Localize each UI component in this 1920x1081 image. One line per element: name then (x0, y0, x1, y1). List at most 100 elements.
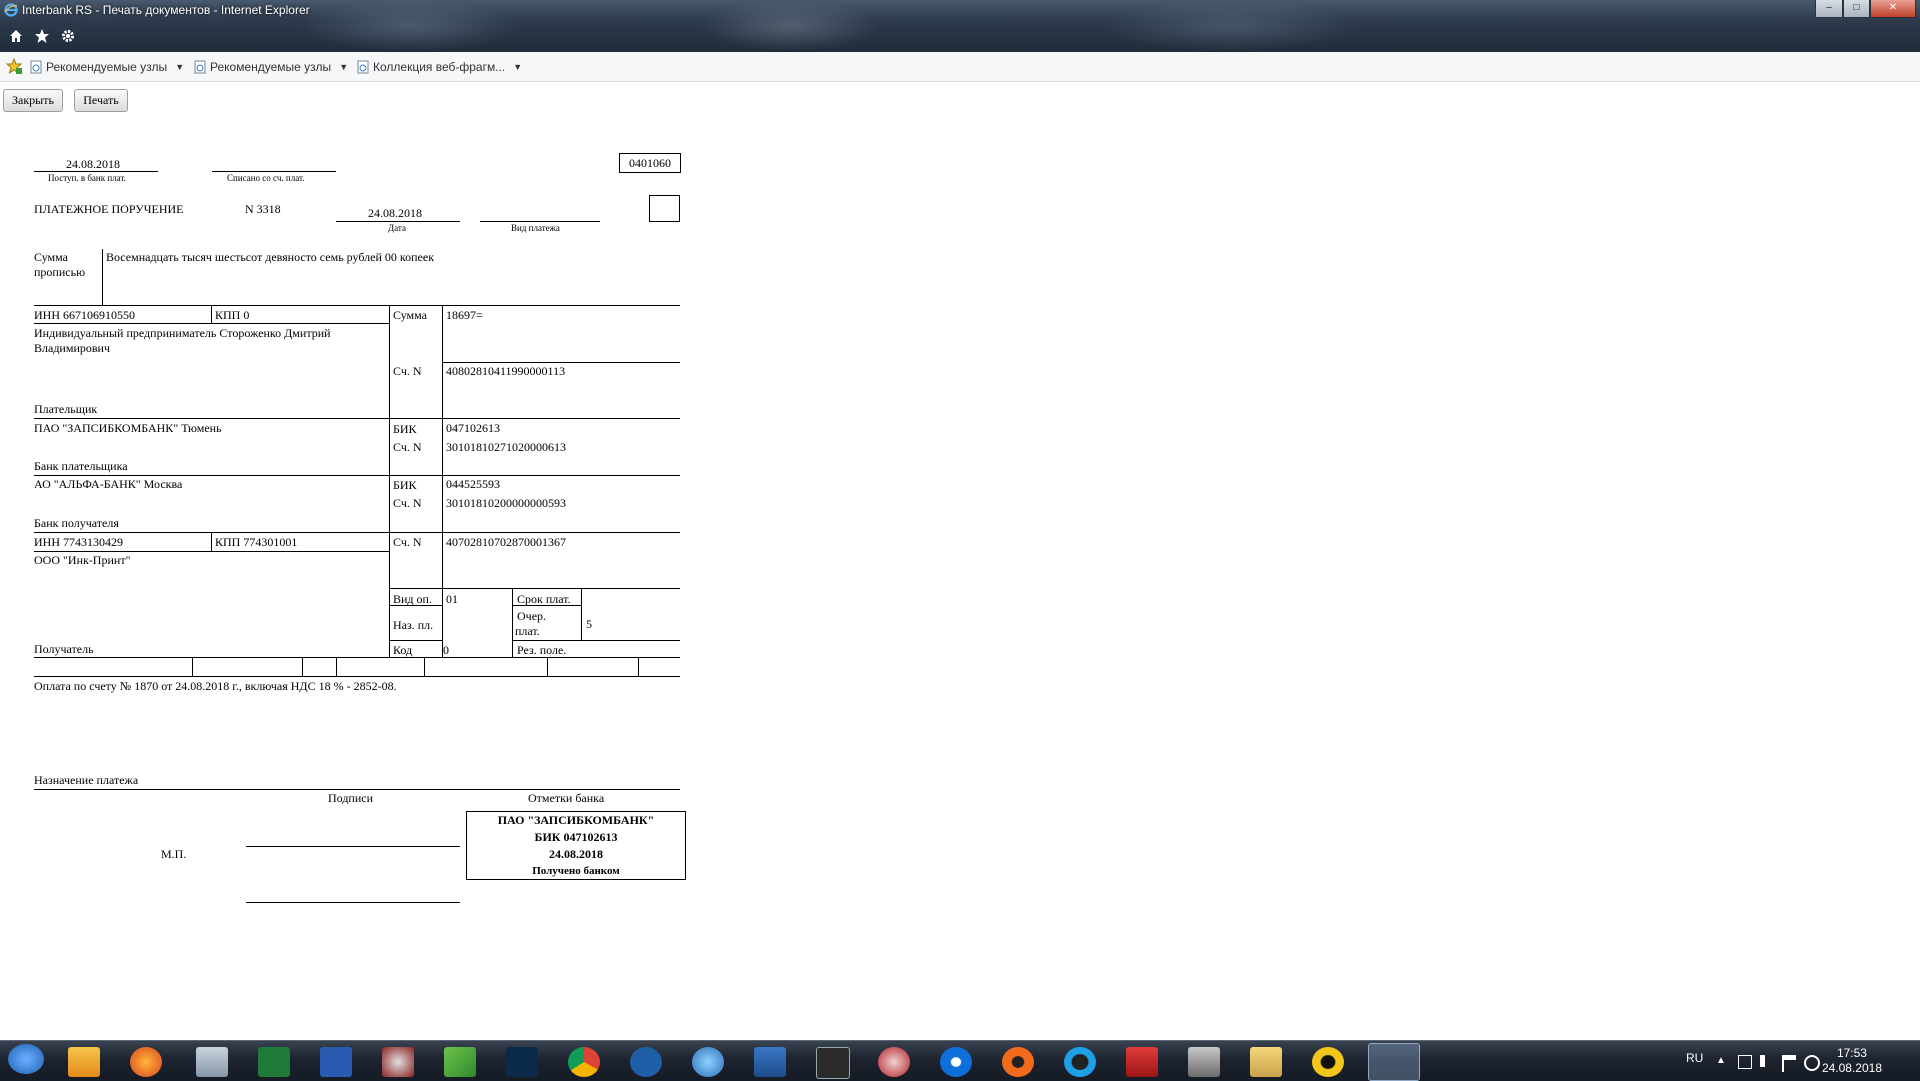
divider (389, 640, 443, 641)
payer-bank-acc-label: Сч. N (393, 440, 422, 454)
home-icon[interactable] (8, 28, 24, 44)
volume-icon[interactable] (1760, 1055, 1777, 1067)
stamp-bank-name: ПАО "ЗАПСИБКОМБАНК" (497, 813, 655, 827)
chevron-down-icon: ▼ (339, 62, 349, 72)
internet-explorer-icon (4, 3, 18, 17)
divider (512, 640, 680, 641)
gift-app-icon[interactable] (878, 1047, 910, 1077)
maximize-button[interactable]: □ (1843, 0, 1870, 18)
divider (211, 305, 212, 323)
form-code: 0401060 (629, 156, 671, 170)
favorites-star-icon[interactable] (34, 28, 50, 44)
folder-icon[interactable] (1250, 1047, 1282, 1077)
autocad-icon[interactable] (1126, 1047, 1158, 1077)
date-caption: Дата (388, 223, 406, 233)
camera-app-icon[interactable] (754, 1047, 786, 1077)
favorites-item[interactable]: Коллекция веб-фрагм... ▼ (357, 59, 522, 75)
teamviewer-icon[interactable] (940, 1047, 972, 1077)
payee-bank-acc: 30101810200000000593 (446, 496, 566, 510)
word-icon[interactable] (320, 1047, 352, 1077)
background-blur (700, 0, 880, 52)
chrome-icon[interactable] (568, 1047, 600, 1077)
favorites-add-icon[interactable] (6, 58, 22, 74)
debited-caption: Списано со сч. плат. (227, 173, 305, 183)
minimize-button[interactable]: – (1815, 0, 1843, 18)
clock-time: 17:53 (1836, 1046, 1867, 1060)
divider (34, 789, 680, 790)
divider (34, 323, 389, 324)
flag-icon[interactable] (1782, 1055, 1796, 1072)
snipping-tool-icon[interactable] (382, 1047, 414, 1077)
calculator-icon[interactable] (196, 1047, 228, 1077)
divider (192, 657, 193, 676)
chevron-up-icon[interactable]: ▲ (1716, 1055, 1728, 1067)
outlook-icon[interactable] (68, 1047, 100, 1077)
favorites-item[interactable]: Рекомендуемые узлы ▼ (194, 59, 348, 75)
firefox-icon[interactable] (130, 1047, 162, 1077)
divider (302, 657, 303, 676)
arrow-app-icon[interactable] (630, 1047, 662, 1077)
favorites-item-label: Коллекция веб-фрагм... (373, 60, 506, 74)
start-icon[interactable] (8, 1044, 44, 1074)
payer-inn: ИНН 667106910550 (34, 308, 135, 322)
payer-name: Владимирович (34, 341, 110, 355)
signature-line (246, 846, 460, 847)
page-icon (194, 60, 206, 74)
sync-icon[interactable] (1804, 1055, 1820, 1071)
received-caption: Поступ. в банк плат. (48, 173, 126, 183)
form-code-box: 0401060 (619, 153, 681, 173)
payer-bik: 047102613 (446, 421, 500, 435)
divider (512, 588, 513, 657)
divider (34, 171, 158, 172)
document-title: ПЛАТЕЖНОЕ ПОРУЧЕНИЕ (34, 202, 184, 216)
bank-stamp: ПАО "ЗАПСИБКОМБАНК" БИК 047102613 24.08.… (466, 811, 686, 880)
print-button[interactable]: Печать (74, 89, 128, 112)
page-icon (357, 60, 369, 74)
internet-explorer-taskbar-icon[interactable] (1368, 1043, 1420, 1081)
origin-icon[interactable] (1002, 1047, 1034, 1077)
background-blur (1100, 0, 1360, 52)
divider (34, 532, 680, 533)
payer-kpp: КПП 0 (215, 308, 250, 322)
language-indicator[interactable]: RU (1686, 1051, 1703, 1065)
payee-bank-name: АО "АЛЬФА-БАНК" Москва (34, 477, 183, 491)
clock[interactable]: 17:53 24.08.2018 (1822, 1046, 1882, 1076)
stamp-status: Получено банком (532, 865, 620, 877)
payee-bank-acc-label: Сч. N (393, 496, 422, 510)
globe-app-icon[interactable] (692, 1047, 724, 1077)
op-type: 01 (446, 592, 458, 606)
photoshop-icon[interactable] (506, 1047, 538, 1077)
settings-gear-icon[interactable] (60, 28, 76, 44)
payee-bik: 044525593 (446, 477, 500, 491)
lightroom-icon[interactable] (816, 1047, 850, 1079)
excel-icon[interactable] (258, 1047, 290, 1077)
signature-line (246, 902, 460, 903)
amount-words-label: прописью (34, 265, 86, 279)
payer-bank-name: ПАО "ЗАПСИБКОМБАНК" Тюмень (34, 421, 222, 435)
signatures-caption: Подписи (328, 791, 374, 805)
close-window-button[interactable]: ✕ (1870, 0, 1916, 18)
warning-app-icon[interactable] (1312, 1047, 1344, 1077)
divider (480, 221, 600, 222)
payer-bank-acc: 30101810271020000613 (446, 440, 566, 454)
qt-app-icon[interactable] (1064, 1047, 1096, 1077)
background-blur (300, 0, 520, 52)
payer-bik-label: БИК (393, 422, 417, 436)
divider (336, 657, 337, 676)
payee-account: 40702810702870001367 (446, 535, 566, 549)
divider (212, 171, 336, 172)
close-button[interactable]: Закрыть (3, 89, 63, 112)
title-bar: Interbank RS - Печать документов - Inter… (0, 0, 1920, 52)
network-icon[interactable] (1738, 1055, 1752, 1069)
divider (581, 588, 582, 640)
green-app-icon[interactable] (444, 1047, 476, 1077)
payee-caption: Получатель (34, 642, 94, 656)
favorites-item[interactable]: Рекомендуемые узлы ▼ (30, 59, 184, 75)
status-box (649, 195, 680, 222)
payer-caption: Плательщик (34, 402, 98, 416)
m-app-icon[interactable] (1188, 1047, 1220, 1077)
code-value: 0 (443, 643, 449, 657)
divider (34, 475, 680, 476)
payee-account-label: Сч. N (393, 535, 422, 549)
divider (424, 657, 425, 676)
